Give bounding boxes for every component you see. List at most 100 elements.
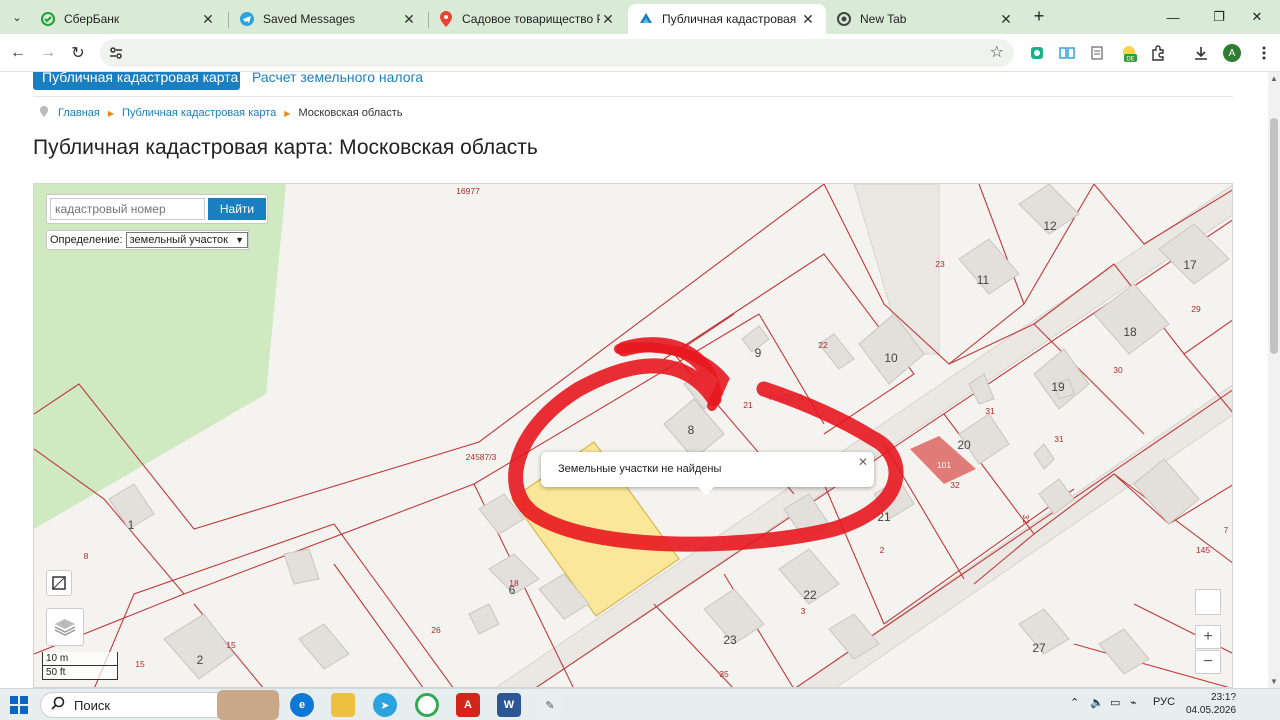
acrobat-icon[interactable]: A [456,693,480,717]
chevron-right-icon: ▶ [107,108,115,118]
edge-icon[interactable]: e [290,693,314,717]
speaker-icon[interactable]: 🔈 [1090,696,1104,709]
chrome-icon [836,11,852,27]
translate-extension-icon[interactable]: DE [1120,44,1138,62]
tab-close-icon[interactable]: ✕ [600,11,616,28]
parcel-label: 30 [1113,365,1123,375]
windows-start-button[interactable] [10,696,28,714]
zoom-out-button[interactable]: − [1195,650,1221,674]
page-scrollbar[interactable]: ▲ ▼ [1268,72,1280,688]
parcel-label: 23 [935,259,945,269]
tab-sberbank[interactable]: СберБанк ✕ [30,4,226,34]
tab-close-icon[interactable]: ✕ [998,11,1014,28]
breadcrumb-cadastral-map[interactable]: Публичная кадастровая карта [122,107,276,119]
basemap-toggle-button[interactable] [46,570,72,596]
building-number: 17 [1183,258,1197,272]
definition-label: Определение: [50,234,123,246]
cadastral-search: Найти [46,194,268,224]
site-info-icon[interactable] [108,45,124,61]
clock[interactable]: 23:1? 04.05.2026 [1186,691,1236,717]
extension-green-icon[interactable] [1028,44,1046,62]
close-icon[interactable]: ✕ [858,455,868,469]
building-number: 20 [957,438,971,452]
breadcrumb-home[interactable]: Главная [58,107,100,119]
parcel-label: 101 [937,460,951,470]
browser-menu-icon[interactable] [1255,44,1273,62]
parcel-label: 2 [880,545,885,555]
building-number: 12 [1043,219,1057,233]
windows-taskbar: Поиск e ➤ A W ✎ ⌃ 🔈 ▭ ⌁ РУС 23:1? 04.05.… [0,688,1280,720]
downloads-icon[interactable] [1192,44,1210,62]
zoom-in-button[interactable]: + [1195,625,1221,649]
browser-toolbar: ← → ↻ ☆ DE A [0,34,1280,72]
building-number: 1 [128,518,135,532]
forward-button[interactable]: → [37,42,59,64]
definition-value: земельный участок [129,234,228,246]
page-title: Публичная кадастровая карта: Московская … [33,136,538,159]
popup-pointer [698,487,714,495]
battery-icon[interactable]: ▭ [1110,696,1120,709]
profile-avatar[interactable]: A [1223,44,1241,62]
cadastral-map[interactable]: 12 17 11 18 9 10 19 8 20 21 1 22 6 23 27… [33,183,1233,688]
tab-close-icon[interactable]: ✕ [200,11,216,28]
no-results-popup: Земельные участки не найдены ✕ [541,452,874,495]
cadastre-icon [638,11,654,27]
building-number: 2 [197,653,204,667]
chrome-taskbar-icon[interactable] [415,693,439,717]
definition-select[interactable]: земельный участок ▼ [125,232,248,248]
tab-search-button[interactable]: ⌄ [6,6,28,28]
scroll-up-icon[interactable]: ▲ [1270,74,1278,83]
bookmark-star-icon[interactable]: ☆ [990,42,1004,62]
tab-title: СберБанк [64,12,120,26]
tab-close-icon[interactable]: ✕ [800,11,816,28]
cadastral-number-input[interactable] [50,198,205,220]
parcel-label: 31 [1054,434,1064,444]
tool-app-icon[interactable]: ✎ [538,693,562,717]
parcel-label: 21 [743,400,753,410]
taskbar-search-text: Поиск [74,698,111,713]
tab-title: Садовое товарищество Радуга [462,12,600,26]
scrollbar-thumb[interactable] [1270,118,1278,354]
parcel-label: 35 [719,669,729,679]
search-icon [51,696,65,713]
document-icon[interactable] [1088,44,1106,62]
tab-raduga[interactable]: Садовое товарищество Радуга ✕ [428,4,626,34]
address-bar[interactable]: ☆ [100,39,1014,67]
layers-button[interactable] [46,608,84,646]
clock-date: 04.05.2026 [1186,705,1237,716]
find-button[interactable]: Найти [208,198,266,220]
tab-cadastre[interactable]: Публичная кадастровая карта ✕ [628,4,826,34]
word-icon[interactable]: W [497,693,521,717]
telegram-taskbar-icon[interactable]: ➤ [373,693,397,717]
close-window-button[interactable]: ✕ [1234,0,1280,34]
reload-button[interactable]: ↻ [67,42,89,64]
parcel-label: 145 [1196,545,1210,555]
file-explorer-icon[interactable] [331,693,355,717]
map-canvas[interactable]: 12 17 11 18 9 10 19 8 20 21 1 22 6 23 27… [34,184,1233,688]
location-pin-icon [40,106,48,120]
taskbar-search[interactable]: Поиск [40,690,280,720]
tab-close-icon[interactable]: ✕ [401,11,417,28]
building-number: 23 [723,633,737,647]
building-number: 11 [977,273,990,287]
fullscreen-button[interactable] [1195,589,1221,615]
new-tab-button[interactable]: + [1028,6,1050,28]
nav-cadastral-map[interactable]: Публичная кадастровая карта [33,72,240,90]
tray-overflow-icon[interactable]: ⌃ [1070,696,1079,709]
parcel-label: 8 [84,551,89,561]
scroll-down-icon[interactable]: ▼ [1270,677,1278,686]
tab-new-tab[interactable]: New Tab ✕ [826,4,1024,34]
tab-telegram[interactable]: Saved Messages ✕ [229,4,427,34]
search-highlight-image [217,690,279,720]
nav-land-tax[interactable]: Расчет земельного налога [252,72,423,88]
reader-icon[interactable] [1058,44,1076,62]
minimize-button[interactable]: — [1150,0,1196,34]
extensions-puzzle-icon[interactable] [1149,44,1167,62]
parcel-label: 29 [1191,304,1201,314]
definition-selector: Определение: земельный участок ▼ [46,230,249,250]
chevron-right-icon: ▶ [284,108,291,118]
language-indicator[interactable]: РУС [1153,696,1175,708]
network-icon[interactable]: ⌁ [1130,696,1137,709]
back-button[interactable]: ← [7,42,29,64]
maps-pin-icon [438,11,454,27]
